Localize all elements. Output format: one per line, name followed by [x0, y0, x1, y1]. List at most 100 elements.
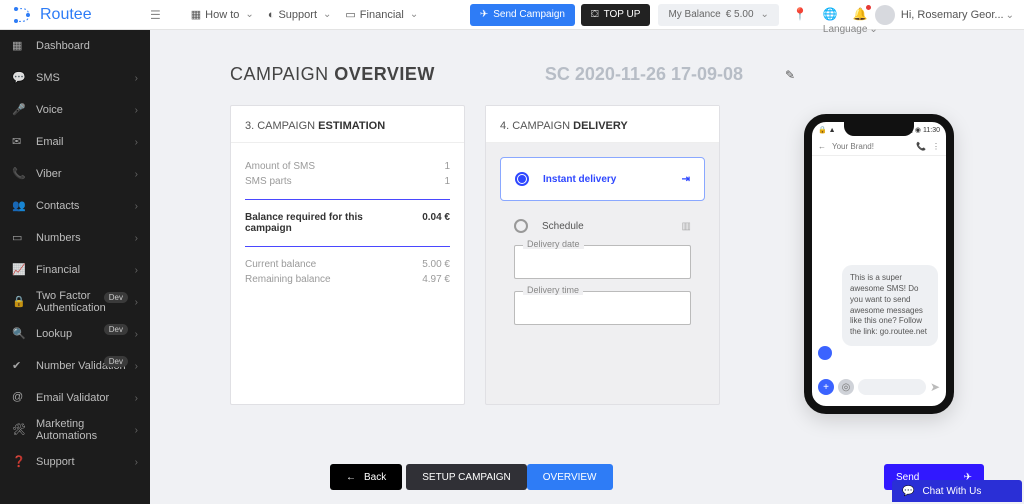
chevron-right-icon: ›	[135, 73, 138, 84]
topbar: Routee ☰ ▦How to ◐Support ▭Financial ✈ S…	[0, 0, 1024, 30]
phone-more-icon: ⋮	[932, 142, 940, 151]
required-label: Balance required for this campaign	[245, 212, 365, 234]
arrow-left-icon: ←	[346, 472, 356, 483]
chevron-right-icon: ›	[135, 201, 138, 212]
sidebar-item-number-validation[interactable]: ✔Number ValidationDev›	[0, 350, 150, 382]
language-selector[interactable]: 🌐 Language	[823, 7, 839, 23]
chevron-right-icon: ›	[135, 297, 138, 308]
hamburger-icon[interactable]: ☰	[150, 8, 161, 22]
sidebar-item-email[interactable]: ✉Email›	[0, 126, 150, 158]
brand-mark-icon	[10, 3, 34, 27]
location-icon[interactable]: 📍	[793, 7, 809, 23]
automation-icon: 🛠	[12, 423, 26, 437]
chat-widget[interactable]: 💬 Chat With Us	[892, 480, 1022, 502]
dev-badge: Dev	[104, 356, 128, 367]
topnav-financial[interactable]: ▭Financial	[345, 8, 418, 21]
phone-preview: 🔒 ▲✶ ▮ ▮ ◉ 11:30 ← Your Brand! 📞⋮ This i…	[804, 114, 954, 414]
schedule-icon: ▥	[682, 221, 691, 232]
composer-send-icon: ➤	[930, 380, 940, 394]
step-overview[interactable]: OVERVIEW	[527, 464, 613, 490]
delivery-time-input[interactable]: Delivery time	[514, 291, 691, 325]
sidebar-item-numbers[interactable]: ▭Numbers›	[0, 222, 150, 254]
phone-chat-avatar	[818, 346, 832, 360]
voice-icon: 🎤	[12, 103, 26, 117]
sidebar-item-contacts[interactable]: 👥Contacts›	[0, 190, 150, 222]
sidebar-item-email-validator[interactable]: @Email Validator›	[0, 382, 150, 414]
send-campaign-button[interactable]: ✈ Send Campaign	[470, 4, 575, 26]
notification-bell-icon[interactable]: 🔔	[853, 7, 869, 23]
dev-badge: Dev	[104, 324, 128, 335]
back-button[interactable]: ← Back	[330, 464, 402, 490]
validate-icon: ✔	[12, 359, 26, 373]
topnav-support[interactable]: ◐Support	[268, 9, 332, 21]
sidebar-item-support[interactable]: ❓Support›	[0, 446, 150, 478]
brand-logo[interactable]: Routee	[10, 3, 150, 27]
topup-icon: ⛋	[591, 9, 599, 20]
chevron-right-icon: ›	[135, 393, 138, 404]
phone-composer: + ◎ ➤	[818, 376, 940, 398]
at-icon: @	[12, 391, 26, 405]
edit-name-icon[interactable]: ✎	[785, 68, 795, 82]
lookup-icon: 🔍	[12, 327, 26, 341]
user-menu[interactable]: Hi, Rosemary Geor...	[901, 9, 1014, 21]
chevron-right-icon: ›	[135, 233, 138, 244]
sms-icon: 💬	[12, 71, 26, 85]
notification-dot	[865, 4, 872, 11]
delivery-option-schedule[interactable]: Schedule ▥	[514, 219, 691, 233]
step-setup-campaign[interactable]: SETUP CAMPAIGN	[406, 464, 527, 490]
chevron-right-icon: ›	[135, 105, 138, 116]
send-icon: ✈	[480, 9, 488, 20]
topbar-icons: 📍 🌐 Language 🔔	[793, 7, 869, 23]
phone-notch	[844, 122, 914, 136]
sidebar-item-lookup[interactable]: 🔍LookupDev›	[0, 318, 150, 350]
support-icon: ◐	[268, 9, 275, 21]
phone-brand-label: Your Brand!	[832, 142, 874, 151]
amount-label: Amount of SMS	[245, 161, 315, 172]
delivery-option-instant[interactable]: Instant delivery ⇥	[500, 157, 705, 201]
radio-instant[interactable]	[515, 172, 529, 186]
brand-name: Routee	[40, 6, 92, 24]
main-content: CAMPAIGN OVERVIEW SC 2020-11-26 17-09-08…	[150, 30, 1024, 504]
sidebar-item-financial[interactable]: 📈Financial›	[0, 254, 150, 286]
lock-icon: 🔒	[12, 295, 26, 309]
top-up-button[interactable]: ⛋ TOP UP	[581, 4, 651, 26]
sidebar-item-2fa[interactable]: 🔒Two Factor AuthenticationDev›	[0, 286, 150, 318]
sidebar-item-voice[interactable]: 🎤Voice›	[0, 94, 150, 126]
composer-input	[858, 379, 926, 395]
top-nav: ▦How to ◐Support ▭Financial	[191, 8, 418, 21]
chevron-right-icon: ›	[135, 265, 138, 276]
sidebar-item-viber[interactable]: 📞Viber›	[0, 158, 150, 190]
delivery-date-input[interactable]: Delivery date	[514, 245, 691, 279]
sidebar-item-sms[interactable]: 💬SMS›	[0, 62, 150, 94]
sidebar-item-marketing-automations[interactable]: 🛠Marketing Automations›	[0, 414, 150, 446]
user-avatar[interactable]	[875, 5, 895, 25]
chat-bubble-icon: 💬	[902, 486, 914, 497]
dev-badge: Dev	[104, 292, 128, 303]
delivery-heading: 4. CAMPAIGN DELIVERY	[486, 106, 719, 143]
financial-icon: 📈	[12, 263, 26, 277]
topnav-howto[interactable]: ▦How to	[191, 8, 254, 21]
chevron-right-icon: ›	[135, 137, 138, 148]
required-value: 0.04 €	[422, 212, 450, 234]
sidebar: ▦Dashboard 💬SMS› 🎤Voice› ✉Email› 📞Viber›…	[0, 30, 150, 504]
back-arrow-icon: ←	[818, 142, 826, 151]
page-title: CAMPAIGN OVERVIEW	[230, 64, 435, 85]
sidebar-item-dashboard[interactable]: ▦Dashboard	[0, 30, 150, 62]
remaining-balance-label: Remaining balance	[245, 274, 331, 285]
support-icon: ❓	[12, 455, 26, 469]
composer-add-icon: +	[818, 379, 834, 395]
viber-icon: 📞	[12, 167, 26, 181]
chevron-right-icon: ›	[135, 329, 138, 340]
phone-message-bubble: This is a super awesome SMS! Do you want…	[842, 265, 938, 346]
parts-value: 1	[444, 176, 450, 187]
balance-dropdown[interactable]: My Balance € 5.00	[658, 4, 778, 26]
financial-icon: ▭	[345, 8, 355, 21]
phone-chat-header: ← Your Brand! 📞⋮	[812, 138, 946, 156]
parts-label: SMS parts	[245, 176, 292, 187]
radio-schedule[interactable]	[514, 219, 528, 233]
instant-icon: ⇥	[682, 174, 690, 185]
estimation-heading: 3. CAMPAIGN ESTIMATION	[231, 106, 464, 143]
email-icon: ✉	[12, 135, 26, 149]
current-balance-label: Current balance	[245, 259, 316, 270]
numbers-icon: ▭	[12, 231, 26, 245]
